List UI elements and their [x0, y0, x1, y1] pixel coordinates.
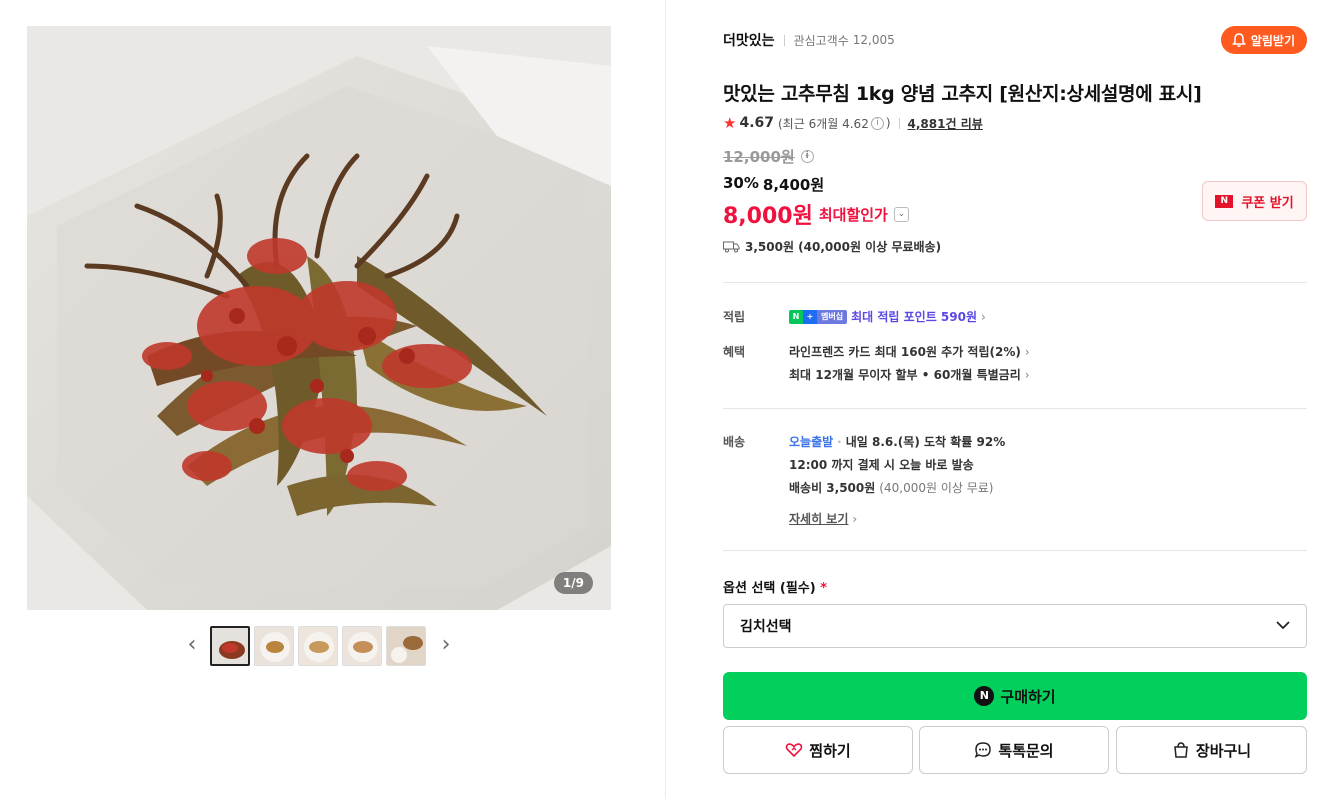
shopping-bag-icon — [1174, 742, 1188, 758]
max-discount-label: 최대할인가 — [818, 205, 888, 224]
naver-membership-badge: N + 멤버십 — [789, 309, 848, 324]
coupon-label: 쿠폰 받기 — [1241, 195, 1294, 211]
review-count-link[interactable]: 4,881건 리뷰 — [908, 115, 983, 132]
chevron-right-icon: › — [852, 511, 858, 526]
perk-card-text: 라인프렌즈 카드 최대 160원 추가 적립(2%) — [789, 345, 1021, 359]
points-row[interactable]: N + 멤버십 최대 적립 포인트 590원 › — [789, 308, 986, 325]
thumbnail-1[interactable] — [210, 626, 250, 666]
coupon-button[interactable]: N 쿠폰 받기 — [1202, 181, 1307, 221]
buy-label: 구매하기 — [1000, 687, 1056, 706]
cart-button[interactable]: 장바구니 — [1116, 726, 1307, 774]
original-price-row: 12,000원 i — [723, 146, 816, 167]
thumb-next-arrow-icon[interactable]: › — [436, 634, 456, 658]
divider — [723, 550, 1307, 551]
heart-icon — [786, 743, 803, 758]
chat-bubble-icon — [975, 742, 992, 758]
delivery-detail-row[interactable]: 자세히 보기 › — [789, 510, 857, 527]
alarm-button[interactable]: 알림받기 — [1220, 26, 1307, 54]
delivery-fee: 배송비 3,500원 — [789, 481, 876, 495]
product-title: 맛있는 고추무침 1kg 양념 고추지 [원산지:상세설명에 표시] — [723, 83, 1202, 105]
thumbnail-image — [387, 627, 425, 665]
option-label: 옵션 선택 (필수) — [723, 581, 816, 596]
pepper-dish-illustration — [27, 26, 611, 610]
thumbnail-image — [343, 627, 381, 665]
divider — [723, 408, 1307, 409]
buy-button[interactable]: N 구매하기 — [723, 672, 1307, 720]
divider — [783, 34, 785, 46]
divider — [898, 117, 900, 129]
chevron-down-icon — [1276, 621, 1290, 630]
points-label: 적립 — [723, 310, 746, 324]
shipping-row: 3,500원 (40,000원 이상 무료배송) — [723, 238, 941, 255]
thumbnail-image — [212, 628, 248, 664]
talk-label: 톡톡문의 — [998, 741, 1054, 760]
image-page-indicator: 1/9 — [553, 572, 593, 594]
rating-row: ★ 4.67 (최근 6개월 4.62 i ) 4,881건 리뷰 — [723, 114, 983, 132]
chevron-down-icon[interactable]: ⌄ — [893, 206, 909, 222]
store-name[interactable]: 더맛있는 — [723, 30, 775, 50]
main-product-image[interactable]: 1/9 — [27, 26, 611, 610]
rating-recent-close: ) — [885, 116, 891, 130]
thumb-prev-arrow-icon[interactable]: ‹ — [182, 634, 202, 658]
store-fans-count: 12,005 — [852, 33, 895, 47]
perk-installment-row[interactable]: 최대 12개월 무이자 할부 • 60개월 특별금리 › — [789, 366, 1030, 383]
perk-card-row[interactable]: 라인프렌즈 카드 최대 160원 추가 적립(2%) › — [789, 343, 1030, 360]
detail-link[interactable]: 자세히 보기 — [789, 510, 848, 527]
product-gallery: 1/9 ‹ › — [0, 0, 666, 799]
thumbnail-3[interactable] — [298, 626, 338, 666]
truck-icon — [723, 241, 740, 252]
wish-label: 찜하기 — [809, 741, 851, 760]
chevron-right-icon: › — [981, 309, 986, 324]
store-fans-label: 관심고객수 — [793, 33, 849, 48]
original-price: 12,000원 — [723, 148, 795, 166]
delivery-cutoff-row: 12:00 까지 결제 시 오늘 바로 발송 — [789, 456, 974, 473]
chevron-right-icon: › — [1024, 367, 1030, 382]
discount-row: 30% 8,400원 — [723, 174, 824, 195]
divider — [723, 282, 1307, 283]
talk-button[interactable]: 톡톡문의 — [919, 726, 1109, 774]
delivery-fee-row: 배송비 3,500원 (40,000원 이상 무료) — [789, 479, 993, 496]
naver-n-icon: N — [974, 686, 995, 706]
max-discount-row[interactable]: 8,000원 최대할인가 ⌄ — [723, 198, 909, 230]
perks-label: 혜택 — [723, 345, 746, 359]
perk-installment-text: 최대 12개월 무이자 할부 • 60개월 특별금리 — [789, 368, 1021, 382]
discount-price: 8,400원 — [762, 176, 825, 194]
naver-n-icon: N — [1215, 194, 1234, 208]
discount-percent: 30% — [723, 174, 759, 192]
rating-score: 4.67 — [739, 115, 774, 131]
thumbnail-image — [299, 627, 337, 665]
store-row: 더맛있는 관심고객수 12,005 — [723, 30, 895, 50]
thumbnail-2[interactable] — [254, 626, 294, 666]
thumbnail-image — [255, 627, 293, 665]
option-label-row: 옵션 선택 (필수) * — [723, 577, 827, 596]
thumbnail-strip: ‹ › — [0, 626, 638, 666]
cutoff-text: 12:00 까지 결제 시 오늘 바로 발송 — [789, 458, 974, 472]
info-icon[interactable]: i — [870, 116, 884, 130]
wish-button[interactable]: 찜하기 — [723, 726, 913, 774]
thumbnail-4[interactable] — [342, 626, 382, 666]
info-icon[interactable]: i — [800, 150, 814, 163]
alarm-label: 알림받기 — [1250, 33, 1295, 48]
required-mark: * — [820, 581, 828, 596]
arrival-text: 내일 8.6.(목) 도착 확률 92% — [845, 435, 1006, 449]
thumbnail-5[interactable] — [386, 626, 426, 666]
shipping-text: 3,500원 (40,000원 이상 무료배송) — [745, 240, 942, 254]
delivery-label: 배송 — [723, 435, 746, 449]
delivery-arrival-row: 오늘출발 · 내일 8.6.(목) 도착 확률 92% — [789, 433, 1005, 450]
star-icon: ★ — [723, 114, 737, 132]
option-select[interactable]: 김치선택 — [723, 604, 1307, 648]
delivery-fee-note: (40,000원 이상 무료) — [879, 481, 994, 495]
chevron-right-icon: › — [1024, 344, 1030, 359]
cart-label: 장바구니 — [1195, 741, 1252, 760]
separator-dot: · — [837, 434, 842, 449]
rating-recent: (최근 6개월 4.62 — [778, 116, 869, 131]
today-shipping-tag: 오늘출발 — [789, 435, 834, 449]
points-text: 최대 적립 포인트 590원 — [851, 310, 977, 324]
max-discount-price: 8,000원 — [723, 204, 813, 229]
bell-plus-icon — [1231, 33, 1246, 47]
product-info-panel: 더맛있는 관심고객수 12,005 알림받기 맛있는 고추무침 1kg 양념 고… — [723, 0, 1307, 799]
option-selected-value: 김치선택 — [740, 619, 792, 635]
